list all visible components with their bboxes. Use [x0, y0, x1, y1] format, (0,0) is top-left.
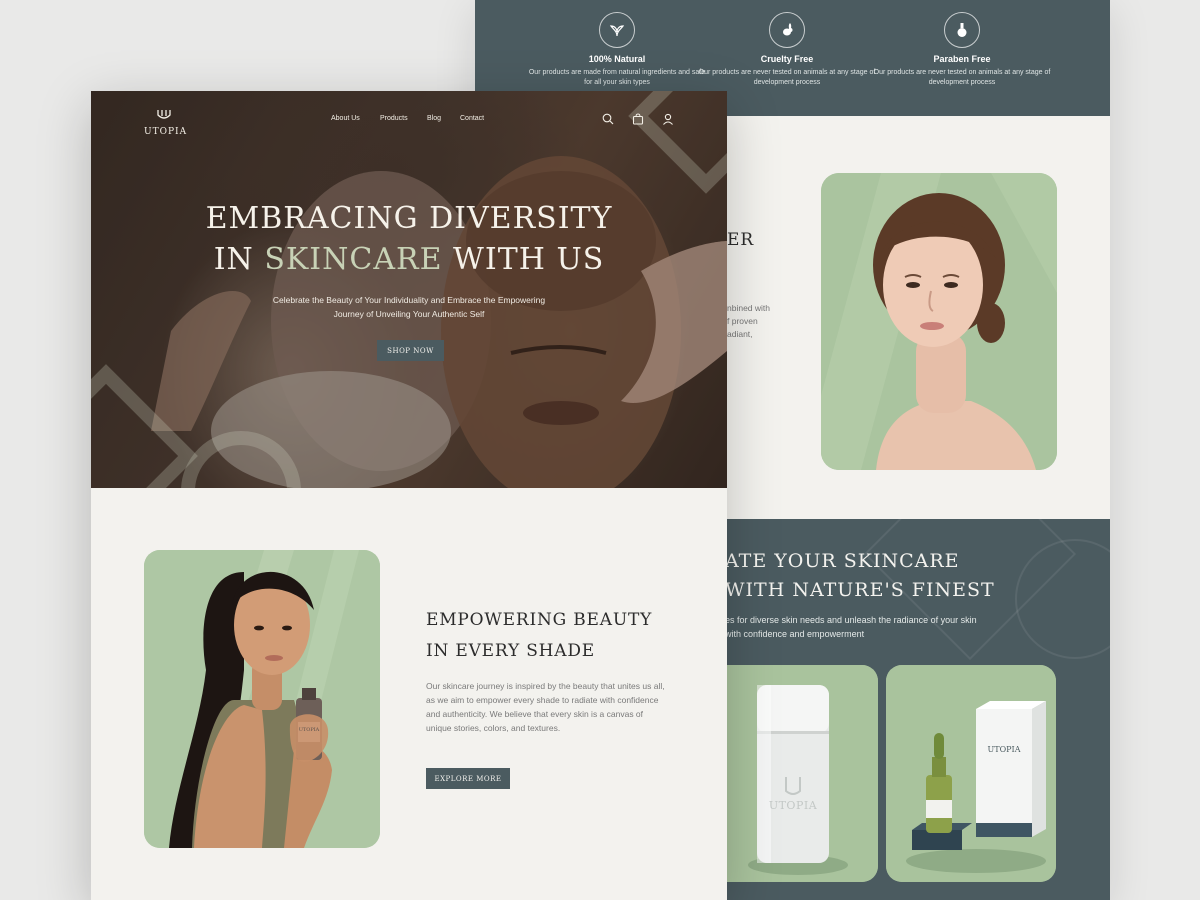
model-bottle-image: UTOPIA	[144, 550, 380, 848]
nature-heading-line1: ATE YOUR SKINCARE	[725, 550, 960, 572]
leaves-icon	[599, 12, 635, 48]
about-description: Our skincare journey is inspired by the …	[426, 681, 665, 734]
hero-title-accent: SKINCARE	[264, 241, 443, 277]
rabbit-icon	[769, 12, 805, 48]
product-heading-partial: ER	[727, 230, 754, 250]
hero-title-prefix: IN	[213, 241, 265, 277]
hero-title-line2: IN SKINCARE WITH US	[91, 240, 727, 281]
nature-heading: ATE YOUR SKINCARE WITH NATURE'S FINEST	[725, 547, 995, 606]
nature-heading-line2: WITH NATURE'S FINEST	[725, 579, 995, 602]
serum-product-card[interactable]: UTOPIA	[886, 665, 1056, 882]
serum-box-label: UTOPIA	[987, 745, 1021, 754]
nav-link-blog[interactable]: Blog	[427, 115, 441, 122]
about-heading: EMPOWERING BEAUTY IN EVERY SHADE	[426, 605, 652, 668]
feature-natural: 100% Natural Our products are made from …	[527, 12, 707, 88]
hero-section: UTOPIA About Us Products Blog Contact EM…	[91, 91, 727, 488]
explore-more-button[interactable]: EXPLORE MORE	[426, 768, 510, 789]
feature-title: 100% Natural	[588, 54, 646, 64]
logo-mark-icon	[157, 110, 171, 119]
hero-title: EMBRACING DIVERSITY IN SKINCARE WITH US	[91, 199, 727, 280]
feature-title: Cruelty Free	[760, 54, 814, 64]
flask-icon	[944, 12, 980, 48]
feature-title: Paraben Free	[933, 54, 991, 64]
hero-title-suffix: WITH US	[442, 241, 605, 277]
search-icon[interactable]	[602, 113, 614, 125]
top-nav: UTOPIA About Us Products Blog Contact	[91, 91, 727, 147]
bag-icon[interactable]	[632, 113, 644, 125]
hero-subtitle: Celebrate the Beauty of Your Individuali…	[272, 295, 546, 320]
feature-paraben-free: Paraben Free Our products are never test…	[872, 12, 1052, 88]
front-page: UTOPIA About Us Products Blog Contact EM…	[91, 91, 727, 900]
hero-overlay	[91, 91, 727, 488]
feature-cruelty-free: Cruelty Free Our products are never test…	[697, 12, 877, 88]
about-heading-line1: EMPOWERING BEAUTY	[426, 610, 653, 630]
feature-desc: Our products are never tested on animals…	[698, 69, 876, 87]
logo[interactable]: UTOPIA	[144, 108, 188, 137]
feature-desc: Our products are made from natural ingre…	[528, 69, 706, 87]
model-portrait-image	[821, 173, 1057, 470]
about-heading-line2: IN EVERY SHADE	[426, 641, 595, 662]
hero-title-line1: EMBRACING DIVERSITY	[205, 201, 613, 236]
product-desc-partial: nbined with f proven adiant,	[727, 303, 771, 340]
shop-now-button[interactable]: SHOP NOW	[377, 340, 444, 361]
bottle-label: UTOPIA	[298, 727, 320, 733]
logo-text: UTOPIA	[144, 127, 188, 137]
product-heading: ER	[727, 230, 755, 250]
deodorant-product-card[interactable]: UTOPIA	[708, 665, 878, 882]
user-icon[interactable]	[662, 113, 674, 125]
nav-link-contact[interactable]: Contact	[460, 115, 484, 122]
deodorant-label: UTOPIA	[768, 799, 818, 812]
nav-link-products[interactable]: Products	[380, 115, 408, 122]
feature-desc: Our products are never tested on animals…	[873, 69, 1051, 87]
nav-link-about[interactable]: About Us	[331, 115, 360, 122]
nature-desc: es for diverse skin needs and unleash th…	[725, 615, 977, 639]
